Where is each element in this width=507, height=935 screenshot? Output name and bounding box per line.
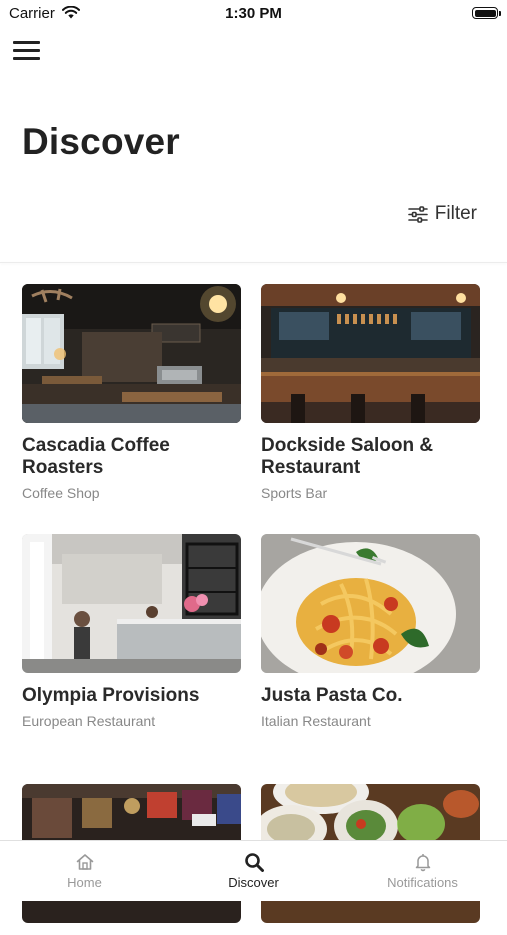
hamburger-menu-icon[interactable] xyxy=(13,39,40,63)
status-bar: Carrier 1:30 PM xyxy=(0,0,507,28)
home-icon xyxy=(76,854,93,870)
page-title: Discover xyxy=(22,121,180,162)
place-category: Sports Bar xyxy=(261,485,328,501)
tab-notifications[interactable]: Notifications xyxy=(338,841,507,901)
tab-home-label: Home xyxy=(67,875,102,890)
tab-notifications-label: Notifications xyxy=(387,875,458,890)
tab-bar: Home Discover Notifications xyxy=(0,840,507,901)
place-photo xyxy=(22,284,241,423)
filter-button[interactable]: Filter xyxy=(407,201,477,227)
header-divider xyxy=(0,262,507,263)
tab-discover-label: Discover xyxy=(228,875,279,890)
place-photo xyxy=(261,534,480,673)
place-card-cascadia[interactable]: Cascadia Coffee Roasters Coffee Shop xyxy=(22,284,241,501)
place-card-olympia[interactable]: Olympia Provisions European Restaurant xyxy=(22,534,241,729)
place-category: Coffee Shop xyxy=(22,485,100,501)
place-category: Italian Restaurant xyxy=(261,713,371,729)
place-name: Justa Pasta Co. xyxy=(261,685,403,706)
search-icon xyxy=(244,853,264,872)
tab-home[interactable]: Home xyxy=(0,841,169,901)
tab-discover[interactable]: Discover xyxy=(169,841,338,901)
place-category: European Restaurant xyxy=(22,713,156,729)
place-card-justa-pasta[interactable]: Justa Pasta Co. Italian Restaurant xyxy=(261,534,480,729)
sliders-icon xyxy=(407,205,428,223)
battery-icon xyxy=(472,7,501,19)
place-name: Cascadia Coffee Roasters xyxy=(22,435,170,478)
filter-label: Filter xyxy=(434,203,477,224)
clock: 1:30 PM xyxy=(225,5,282,22)
place-photo xyxy=(261,284,480,423)
place-name: Olympia Provisions xyxy=(22,685,200,706)
bell-icon xyxy=(415,854,430,872)
place-card-dockside[interactable]: Dockside Saloon & Restaurant Sports Bar xyxy=(261,284,480,501)
place-photo xyxy=(22,534,241,673)
place-name: Dockside Saloon & Restaurant xyxy=(261,435,434,478)
